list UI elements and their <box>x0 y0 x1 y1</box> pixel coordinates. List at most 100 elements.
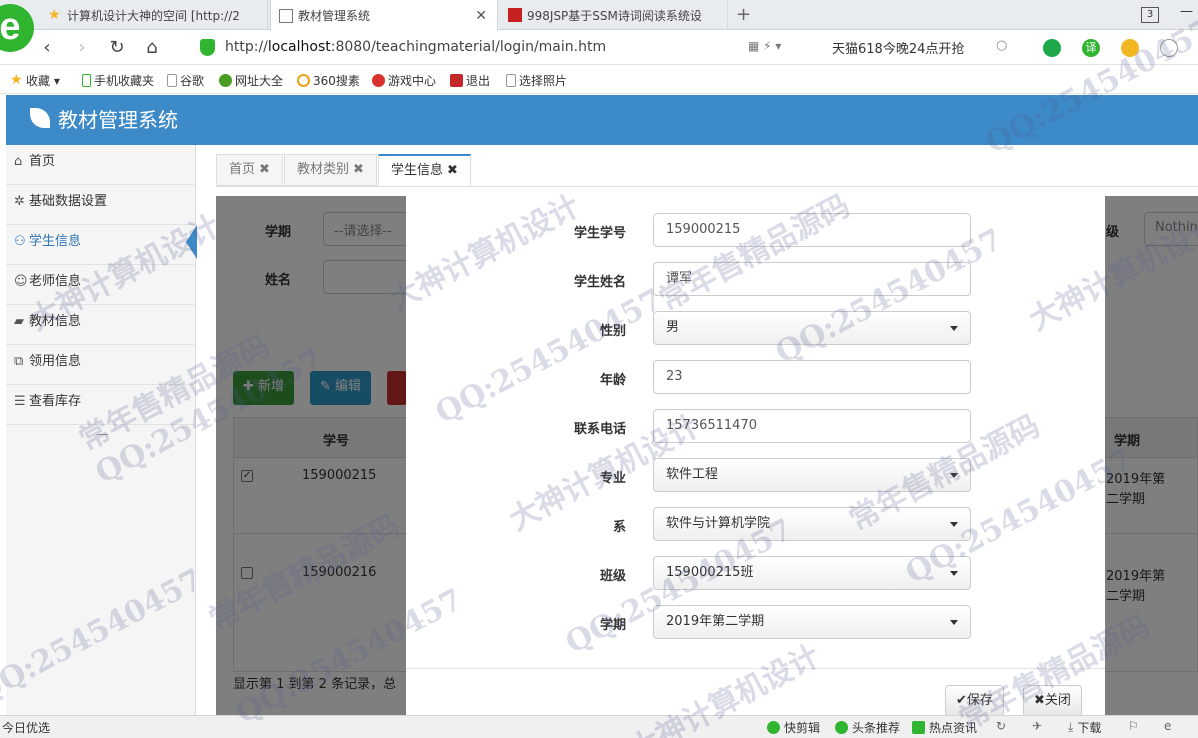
major-select[interactable]: 软件工程 <box>653 458 971 492</box>
term-select[interactable]: 2019年第二学期 <box>653 605 971 639</box>
shield-icon <box>200 39 215 56</box>
sidebar-item-student-info[interactable]: ⚇ 学生信息 <box>6 225 194 265</box>
back-icon[interactable]: ‹ <box>35 36 59 60</box>
play-icon <box>835 721 848 734</box>
class-select[interactable]: 159000215班 <box>653 556 971 590</box>
browser-tab-3[interactable]: 998JSP基于SSM诗词阅读系统设 <box>500 0 728 30</box>
field-label-major: 专业 <box>599 471 626 486</box>
browser-tab-2-title: 教材管理系统 <box>298 9 371 23</box>
book-icon: ▰ <box>14 314 24 329</box>
field-label-department: 系 <box>612 520 626 535</box>
sidebar: ⌂ 首页 ✲ 基础数据设置 ⚇ 学生信息 ☺老师信息 ▰ 教材信息 ⧉ 领用信息 ☰ 查看库… <box>6 145 196 715</box>
student-name-input[interactable]: 谭军 <box>653 262 971 296</box>
caret-down-icon <box>950 571 958 576</box>
refresh-icon[interactable]: ↻ <box>996 719 1006 733</box>
caret-down-icon <box>950 326 958 331</box>
home-icon[interactable]: ⌂ <box>140 36 164 60</box>
bookmark-exit[interactable]: 退出 <box>450 72 490 89</box>
student-no-input[interactable]: 159000215 <box>653 213 971 247</box>
close-icon[interactable]: ✖ <box>353 162 364 177</box>
360-search-icon <box>297 74 310 87</box>
close-icon[interactable]: ✖ <box>447 163 458 178</box>
emoji-icon[interactable] <box>1160 39 1178 57</box>
page-icon <box>506 74 516 87</box>
status-download[interactable]: ⤓ 下载 <box>1068 719 1101 736</box>
close-button[interactable]: ✖关闭 <box>1023 685 1082 717</box>
minimize-icon[interactable]: — <box>1180 4 1193 19</box>
sidebar-item-basic-data[interactable]: ✲ 基础数据设置 <box>6 185 194 225</box>
caret-down-icon <box>950 522 958 527</box>
news-icon <box>912 721 925 734</box>
coin-icon[interactable] <box>1121 39 1139 57</box>
qr-code-icon[interactable]: ▦ ⚡ ▾ <box>748 39 781 53</box>
sidebar-item-teacher-info[interactable]: ☺老师信息 <box>6 265 194 305</box>
gear-icon: ✲ <box>14 194 25 209</box>
download-icon: ⤓ <box>1068 720 1074 734</box>
field-label-student-name: 学生姓名 <box>573 275 626 290</box>
caret-down-icon <box>950 620 958 625</box>
field-label-term: 学期 <box>599 618 626 633</box>
browser-tab-3-title: 998JSP基于SSM诗词阅读系统设 <box>527 8 702 23</box>
bookmark-games[interactable]: 游戏中心 <box>372 72 436 89</box>
list-icon: ☰ <box>14 394 26 409</box>
sidebar-item-textbook-info[interactable]: ▰ 教材信息 <box>6 305 194 345</box>
browser-tab-bar: ★ 计算机设计大神的空间 [http://2 教材管理系统 ✕ 998JSP基于… <box>0 0 1198 31</box>
sidebar-collapse-handle[interactable]: — <box>96 427 109 442</box>
status-hot-news[interactable]: 热点资讯 <box>912 719 977 736</box>
bookmarks-bar: ★ 收藏 ▾ 手机收藏夹 谷歌 网址大全 360搜素 游戏中心 退出 选择照片 <box>0 66 1198 94</box>
tab-student-info[interactable]: 学生信息 ✖ <box>378 154 471 186</box>
web-directory-icon <box>219 74 232 87</box>
active-indicator <box>186 225 197 259</box>
bookmark-360-search[interactable]: 360搜素 <box>297 72 360 89</box>
search-icon[interactable]: ○ <box>996 38 1007 53</box>
edit-student-modal: 学生学号 159000215 学生姓名 谭军 性别 男 年龄 23 联系电话 1… <box>406 196 1105 717</box>
url-field[interactable]: http://localhost:8080/teachingmaterial/l… <box>225 39 606 55</box>
bookmark-favorites[interactable]: ★ 收藏 ▾ <box>10 72 60 89</box>
age-input[interactable]: 23 <box>653 360 971 394</box>
status-headline[interactable]: 头条推荐 <box>835 719 900 736</box>
close-icon[interactable]: ✖ <box>259 162 270 177</box>
forward-icon[interactable]: › <box>70 36 94 60</box>
ie-icon[interactable]: e <box>1164 719 1171 733</box>
promo-text[interactable]: 天猫618今晚24点开抢 <box>832 38 964 57</box>
bookmark-photos[interactable]: 选择照片 <box>506 72 567 89</box>
close-tab-icon[interactable]: ✕ <box>467 8 487 24</box>
browser-tab-1[interactable]: ★ 计算机设计大神的空间 [http://2 <box>40 0 268 30</box>
caret-down-icon <box>950 473 958 478</box>
extension-icon[interactable] <box>1043 39 1061 57</box>
save-button[interactable]: ✔保存 <box>945 685 1004 717</box>
star-icon: ★ <box>48 7 61 23</box>
translate-icon[interactable]: 译 <box>1082 39 1100 57</box>
gender-select[interactable]: 男 <box>653 311 971 345</box>
site-favicon-icon <box>508 8 522 22</box>
leaf-icon <box>30 108 50 128</box>
bookmark-directory[interactable]: 网址大全 <box>219 72 283 89</box>
new-tab-button[interactable]: + <box>736 4 751 25</box>
status-quick-edit[interactable]: 快剪辑 <box>767 719 820 736</box>
game-icon <box>372 74 385 87</box>
page-icon <box>167 74 177 87</box>
status-daily-picks[interactable]: 今日优选 <box>2 719 50 736</box>
bookmark-google[interactable]: 谷歌 <box>167 72 204 89</box>
field-label-age: 年龄 <box>599 373 626 388</box>
refresh-icon[interactable]: ↻ <box>105 36 129 60</box>
tab-textbook-category[interactable]: 教材类别 ✖ <box>284 154 377 186</box>
tab-count-badge[interactable]: 3 <box>1141 7 1159 23</box>
department-select[interactable]: 软件与计算机学院 <box>653 507 971 541</box>
check-icon: ✔ <box>956 693 967 708</box>
pin-icon[interactable]: ✈ <box>1032 719 1042 733</box>
field-label-class: 班级 <box>599 569 626 584</box>
browser-tab-2[interactable]: 教材管理系统 ✕ <box>270 0 498 31</box>
sidebar-item-inventory[interactable]: ☰ 查看库存 <box>6 385 194 425</box>
tab-home[interactable]: 首页 ✖ <box>216 154 283 186</box>
bookmark-mobile[interactable]: 手机收藏夹 <box>82 72 154 89</box>
app-header: 教材管理系统 <box>6 95 1198 145</box>
close-icon: ✖ <box>1034 693 1045 708</box>
address-bar: ‹ › ↻ ⌂ http://localhost:8080/teachingma… <box>0 31 1198 65</box>
user-icon: ☺ <box>14 274 28 289</box>
sidebar-item-home[interactable]: ⌂ 首页 <box>6 145 194 185</box>
phone-input[interactable]: 15736511470 <box>653 409 971 443</box>
page-icon <box>279 8 293 23</box>
flag-icon[interactable]: ⚐ <box>1128 719 1139 733</box>
sidebar-item-borrow-info[interactable]: ⧉ 领用信息 <box>6 345 194 385</box>
